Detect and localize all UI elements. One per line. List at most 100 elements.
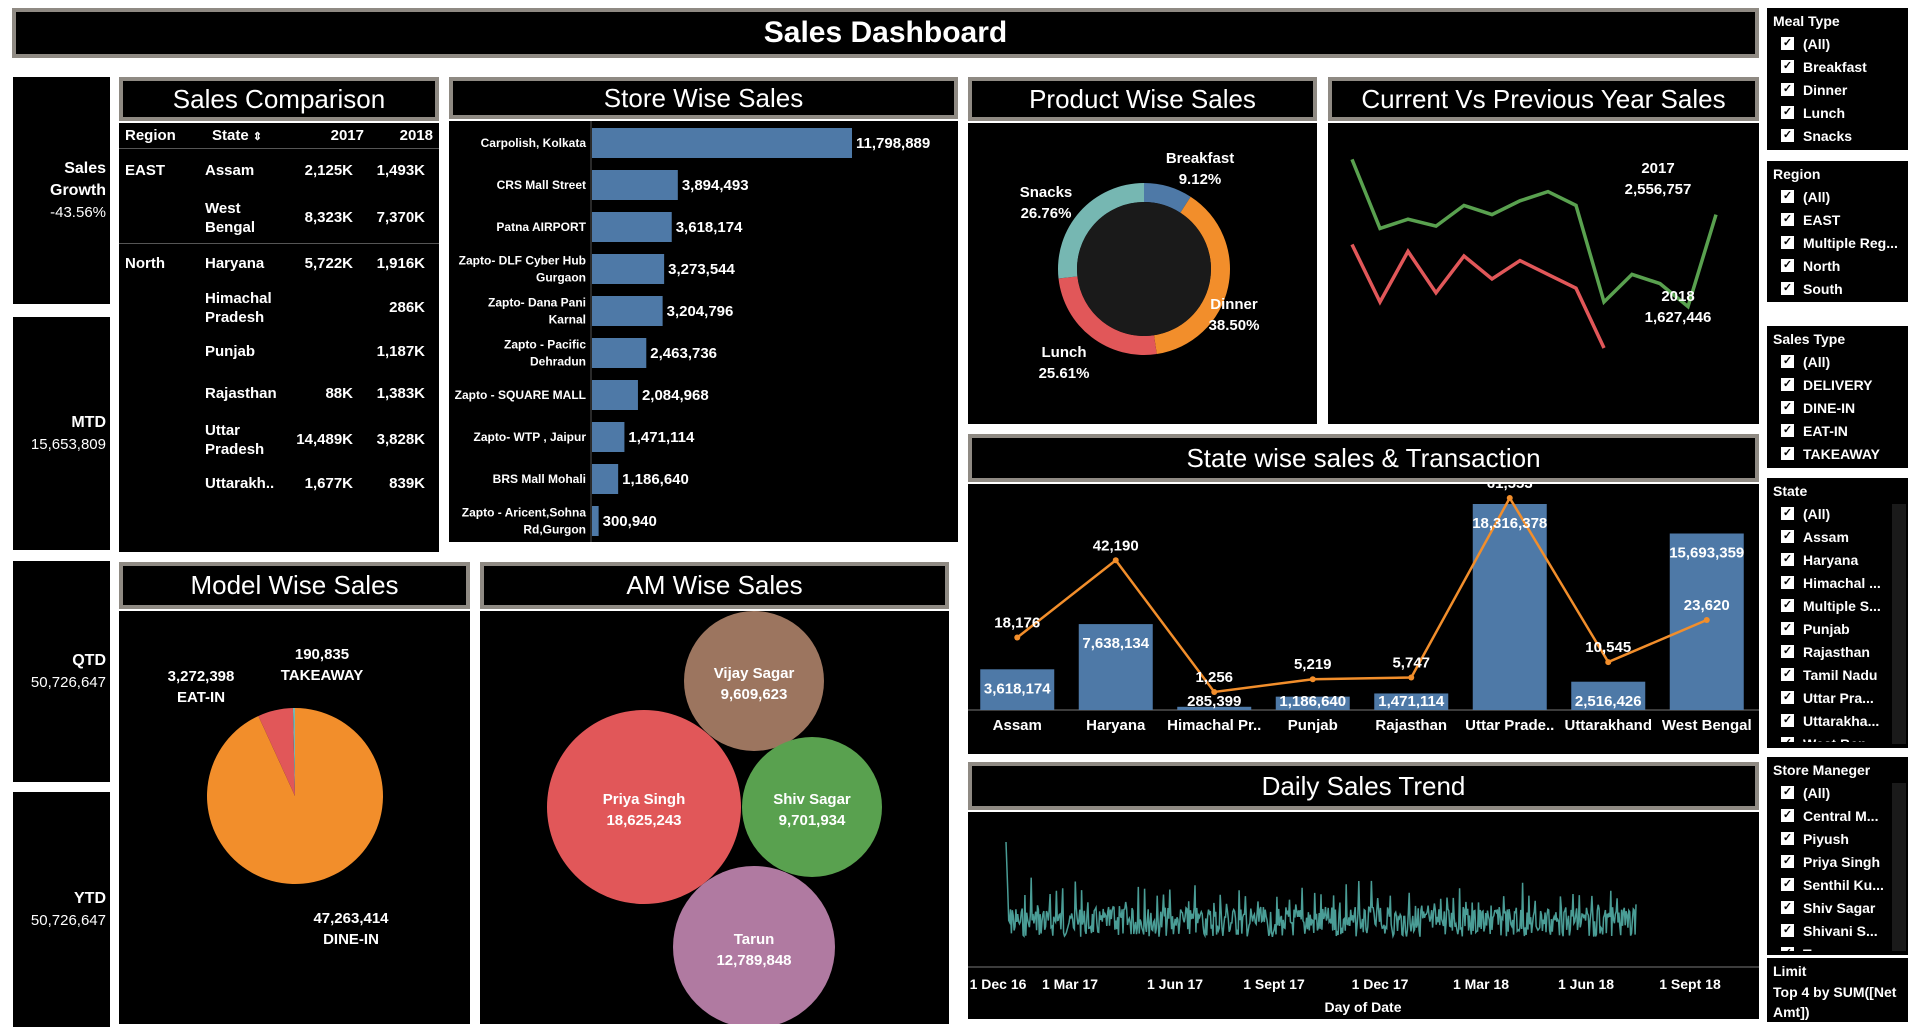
filter-option[interactable]: ✓ (All) <box>1773 781 1902 804</box>
model-slice[interactable] <box>207 708 384 884</box>
filter-option[interactable]: ✓ Punjab <box>1773 617 1902 640</box>
checkbox-checked-icon[interactable]: ✓ <box>1781 37 1794 50</box>
transaction-point[interactable] <box>1408 674 1415 681</box>
checkbox-checked-icon[interactable]: ✓ <box>1781 282 1794 295</box>
checkbox-checked-icon[interactable]: ✓ <box>1781 668 1794 681</box>
checkbox-checked-icon[interactable]: ✓ <box>1781 424 1794 437</box>
store-bar[interactable] <box>592 338 647 368</box>
store-bar[interactable] <box>592 380 638 410</box>
checkbox-checked-icon[interactable]: ✓ <box>1781 213 1794 226</box>
filter-option[interactable]: ✓ DELIVERY <box>1773 373 1902 396</box>
checkbox-checked-icon[interactable]: ✓ <box>1781 259 1794 272</box>
table-row[interactable]: Himachal Pradesh 286K <box>119 284 439 332</box>
checkbox-checked-icon[interactable]: ✓ <box>1781 855 1794 868</box>
checkbox-checked-icon[interactable]: ✓ <box>1781 786 1794 799</box>
filter-option[interactable]: ✓ Tamil Nadu <box>1773 663 1902 686</box>
checkbox-checked-icon[interactable]: ✓ <box>1781 553 1794 566</box>
filter-option[interactable]: ✓ Uttarakha... <box>1773 709 1902 732</box>
checkbox-checked-icon[interactable]: ✓ <box>1781 901 1794 914</box>
store-manager-scrollbar[interactable] <box>1892 783 1906 951</box>
checkbox-checked-icon[interactable]: ✓ <box>1781 530 1794 543</box>
store-bar[interactable] <box>592 128 852 158</box>
checkbox-checked-icon[interactable]: ✓ <box>1781 507 1794 520</box>
filter-option[interactable]: ✓ TAKEAWAY <box>1773 442 1902 465</box>
filter-option[interactable]: ✓ Breakfast <box>1773 55 1902 78</box>
checkbox-checked-icon[interactable]: ✓ <box>1781 878 1794 891</box>
transaction-point[interactable] <box>1014 634 1021 641</box>
checkbox-checked-icon[interactable]: ✓ <box>1781 599 1794 612</box>
transaction-point[interactable] <box>1703 617 1710 624</box>
filter-option[interactable]: ✓ Snacks <box>1773 124 1902 147</box>
store-bar[interactable] <box>592 296 663 326</box>
checkbox-checked-icon[interactable]: ✓ <box>1781 924 1794 937</box>
table-row[interactable]: EAST Assam 2,125K 1,493K <box>119 149 439 193</box>
store-bar[interactable] <box>592 506 599 536</box>
filter-option[interactable]: ✓ Multiple S... <box>1773 594 1902 617</box>
filter-option[interactable]: ✓ Haryana <box>1773 548 1902 571</box>
transaction-point[interactable] <box>1309 676 1316 683</box>
checkbox-checked-icon[interactable]: ✓ <box>1781 378 1794 391</box>
filter-option[interactable]: ✓ Assam <box>1773 525 1902 548</box>
checkbox-checked-icon[interactable]: ✓ <box>1781 83 1794 96</box>
checkbox-checked-icon[interactable]: ✓ <box>1781 401 1794 414</box>
filter-option[interactable]: ✓ West Ben... <box>1773 732 1902 742</box>
col-2018[interactable]: 2018 <box>370 123 439 148</box>
filter-option[interactable]: ✓ (All) <box>1773 32 1902 55</box>
col-state[interactable]: State ⇕ <box>206 123 301 148</box>
checkbox-checked-icon[interactable]: ✓ <box>1781 236 1794 249</box>
table-row[interactable]: Uttar Pradesh 14,489K 3,828K <box>119 416 439 464</box>
checkbox-checked-icon[interactable]: ✓ <box>1781 190 1794 203</box>
state-filter-scrollbar[interactable] <box>1892 504 1906 744</box>
checkbox-checked-icon[interactable]: ✓ <box>1781 129 1794 142</box>
cvp-line-2018[interactable] <box>1350 243 1606 349</box>
filter-option[interactable]: ✓ Priya Singh <box>1773 850 1902 873</box>
checkbox-checked-icon[interactable]: ✓ <box>1781 60 1794 73</box>
filter-option[interactable]: ✓ Multiple Reg... <box>1773 231 1902 254</box>
col-region[interactable]: Region <box>119 123 206 148</box>
filter-option[interactable]: ✓ Central M... <box>1773 804 1902 827</box>
transaction-point[interactable] <box>1112 557 1119 564</box>
checkbox-checked-icon[interactable]: ✓ <box>1781 947 1794 951</box>
table-row[interactable]: West Bengal 8,323K 7,370K <box>119 193 439 243</box>
filter-option[interactable]: ✓ Shiv Sagar <box>1773 896 1902 919</box>
filter-option[interactable]: ✓ (All) <box>1773 502 1902 525</box>
checkbox-checked-icon[interactable]: ✓ <box>1781 576 1794 589</box>
filter-option[interactable]: ✓ North <box>1773 254 1902 277</box>
filter-option[interactable]: ✓ Himachal ... <box>1773 571 1902 594</box>
checkbox-checked-icon[interactable]: ✓ <box>1781 714 1794 727</box>
filter-option[interactable]: ✓ Uttar Pra... <box>1773 686 1902 709</box>
filter-option[interactable]: ✓ (All) <box>1773 350 1902 373</box>
table-row[interactable]: North Haryana 5,722K 1,916K <box>119 242 439 284</box>
filter-option[interactable]: ✓ Rajasthan <box>1773 640 1902 663</box>
filter-option[interactable]: ✓ (All) <box>1773 185 1902 208</box>
sort-icon[interactable]: ⇕ <box>253 131 262 143</box>
store-bar[interactable] <box>592 170 678 200</box>
table-row[interactable]: Rajasthan 88K 1,383K <box>119 372 439 416</box>
filter-option[interactable]: ✓ Shivani S... <box>1773 919 1902 942</box>
checkbox-checked-icon[interactable]: ✓ <box>1781 622 1794 635</box>
filter-option[interactable]: ✓ DINE-IN <box>1773 396 1902 419</box>
transaction-point[interactable] <box>1506 495 1513 501</box>
store-bar[interactable] <box>592 254 665 284</box>
store-bar[interactable] <box>592 464 619 494</box>
checkbox-checked-icon[interactable]: ✓ <box>1781 832 1794 845</box>
filter-option[interactable]: ✓ Tarun <box>1773 942 1902 951</box>
daily-sales-line[interactable] <box>1005 841 1637 939</box>
filter-option[interactable]: ✓ Piyush <box>1773 827 1902 850</box>
filter-option[interactable]: ✓ Dinner <box>1773 78 1902 101</box>
col-2017[interactable]: 2017 <box>301 123 370 148</box>
state-bar[interactable] <box>1472 504 1547 710</box>
table-row[interactable]: Uttarakh.. 1,677K 839K <box>119 464 439 504</box>
filter-option[interactable]: ✓ South <box>1773 277 1902 300</box>
table-row[interactable]: Punjab 1,187K <box>119 332 439 372</box>
filter-option[interactable]: ✓ EAST <box>1773 208 1902 231</box>
checkbox-checked-icon[interactable]: ✓ <box>1781 447 1794 460</box>
filter-option[interactable]: ✓ Lunch <box>1773 101 1902 124</box>
store-bar[interactable] <box>592 422 625 452</box>
checkbox-checked-icon[interactable]: ✓ <box>1781 355 1794 368</box>
store-bar[interactable] <box>592 212 672 242</box>
transaction-point[interactable] <box>1605 659 1612 666</box>
checkbox-checked-icon[interactable]: ✓ <box>1781 691 1794 704</box>
filter-option[interactable]: ✓ EAT-IN <box>1773 419 1902 442</box>
checkbox-checked-icon[interactable]: ✓ <box>1781 106 1794 119</box>
